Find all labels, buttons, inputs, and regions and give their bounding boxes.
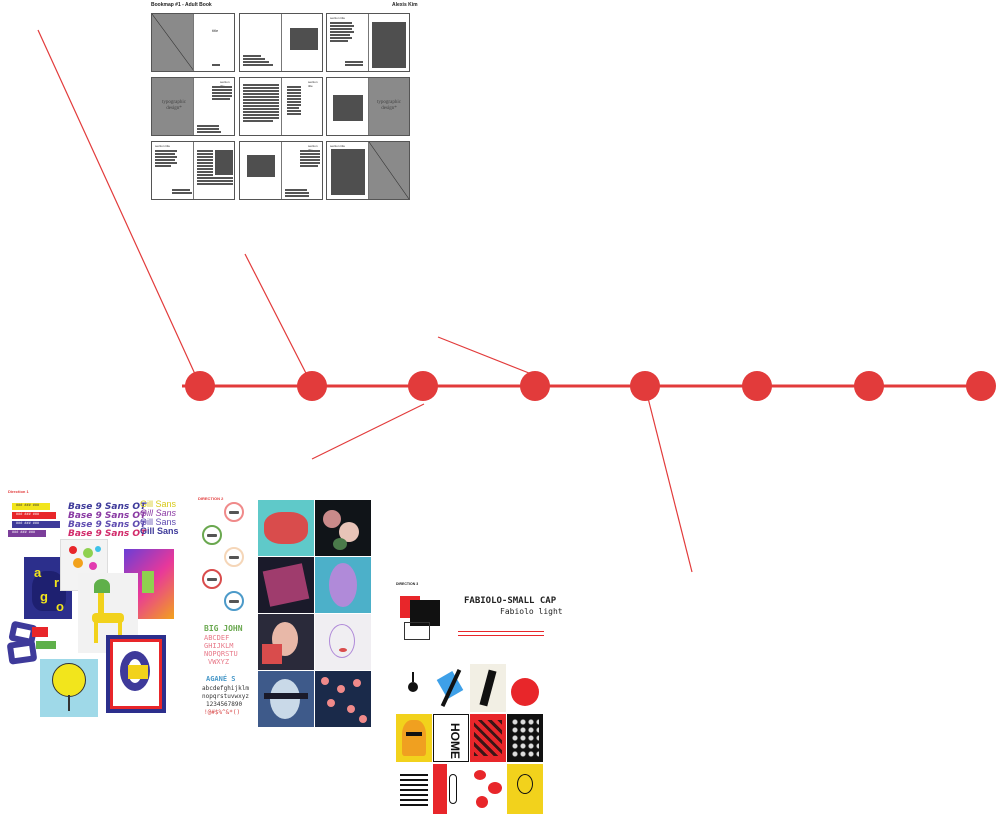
illustration-bomb (396, 664, 432, 712)
agane-line: abcdefghijklm (202, 685, 249, 692)
illustration-pattern-red (470, 714, 506, 762)
typographic-line: design* (381, 106, 397, 111)
font-name-1: FABIOLO-SMALL CAP (464, 596, 557, 606)
timeline-node[interactable] (297, 371, 327, 401)
big-john-line: VWXYZ (208, 658, 230, 666)
agane-title: AGANÉ S (206, 675, 236, 683)
direction-2-board[interactable]: DIRECTION 2 BIG JOHN ABCDEF GHIJKLM NOPQ… (194, 494, 372, 727)
typographic-line: typographic (162, 100, 186, 105)
photo-meat (258, 500, 314, 556)
color-swatch: ### ### ### (12, 512, 56, 519)
photo-glitch (258, 671, 314, 727)
typographic-line: typographic (377, 100, 401, 105)
photo-pattern (258, 557, 314, 613)
illustration-figure (470, 664, 506, 712)
timeline-node[interactable] (185, 371, 215, 401)
direction-3-label: DIRECTION 3 (396, 582, 419, 586)
timeline-node[interactable] (742, 371, 772, 401)
illustration-red-hand (507, 664, 543, 712)
title-word: title (212, 28, 219, 33)
timeline-node[interactable] (854, 371, 884, 401)
connector-line (311, 403, 425, 460)
spread: section title (239, 77, 323, 136)
big-john-line: ABCDEF (204, 634, 230, 642)
spread: section title (326, 13, 410, 72)
photo-floral (315, 671, 371, 727)
connector-line (244, 253, 313, 386)
spread: section title (151, 141, 235, 200)
spread: section title (326, 141, 410, 200)
illustration-hand-blue (433, 664, 469, 712)
agane-line: 1234567890 (206, 701, 243, 708)
direction-2-label: DIRECTION 2 (198, 496, 224, 501)
agane-line: !@#$%^&*() (204, 709, 241, 716)
spread: title (151, 13, 235, 72)
connector-line (437, 336, 535, 376)
font-sample: Gill Sans (140, 526, 179, 536)
spread: typographicdesign* section title (151, 77, 235, 136)
poster-tree (40, 659, 98, 717)
color-circle (224, 502, 244, 522)
big-john-line: NOPQRSTU (204, 650, 238, 658)
poster-mr-dal (106, 635, 166, 713)
timeline-node[interactable] (630, 371, 660, 401)
illustration-cube (396, 764, 432, 814)
illustration-home: HOME (433, 714, 469, 762)
direction-1-board[interactable]: Direction 1 ### ### ### ### ### ### ### … (6, 487, 179, 717)
illustration-peace-hand (433, 764, 469, 814)
logo-outline-block (404, 622, 430, 640)
illustration-red-spots (470, 764, 506, 814)
timeline-node[interactable] (966, 371, 996, 401)
agane-line: nopqrstuvwxyz (202, 693, 249, 700)
spread: typographic design* (326, 77, 410, 136)
spread: section title (239, 141, 323, 200)
color-circle (202, 525, 222, 545)
color-circle (202, 569, 222, 589)
color-circle (224, 547, 244, 567)
illustration-bulb (507, 764, 543, 814)
typographic-line: design* (166, 106, 182, 111)
timeline-node[interactable] (408, 371, 438, 401)
photo-leaf (315, 557, 371, 613)
color-swatch: ### ### ### (8, 530, 46, 537)
color-swatch: ### ### ### (12, 503, 50, 510)
photo-flowers (315, 500, 371, 556)
spread (239, 13, 323, 72)
font-sample: Base 9 Sans OT (68, 529, 147, 539)
book-map-author: Alexis Kim (392, 2, 418, 8)
photo-face-sketch (315, 614, 371, 670)
illustration-pattern-dark (507, 714, 543, 762)
photo-portrait (258, 614, 314, 670)
direction-3-board[interactable]: DIRECTION 3 FABIOLO-SMALL CAP Fabiolo li… (394, 578, 563, 822)
big-john-title: BIG JOHN (204, 624, 243, 633)
big-john-line: GHIJKLM (204, 642, 234, 650)
timeline-node[interactable] (520, 371, 550, 401)
book-map-title: Bookmap #1 - Adult Book (151, 2, 212, 8)
color-swatch: ### ### ### (12, 521, 60, 528)
direction-1-label: Direction 1 (8, 489, 29, 494)
color-circle (224, 591, 244, 611)
font-name-2: Fabiolo light (500, 607, 563, 616)
connector-line (647, 397, 693, 573)
typographic-design-text: typographic design* (154, 100, 194, 112)
illustration-portrait (396, 714, 432, 762)
